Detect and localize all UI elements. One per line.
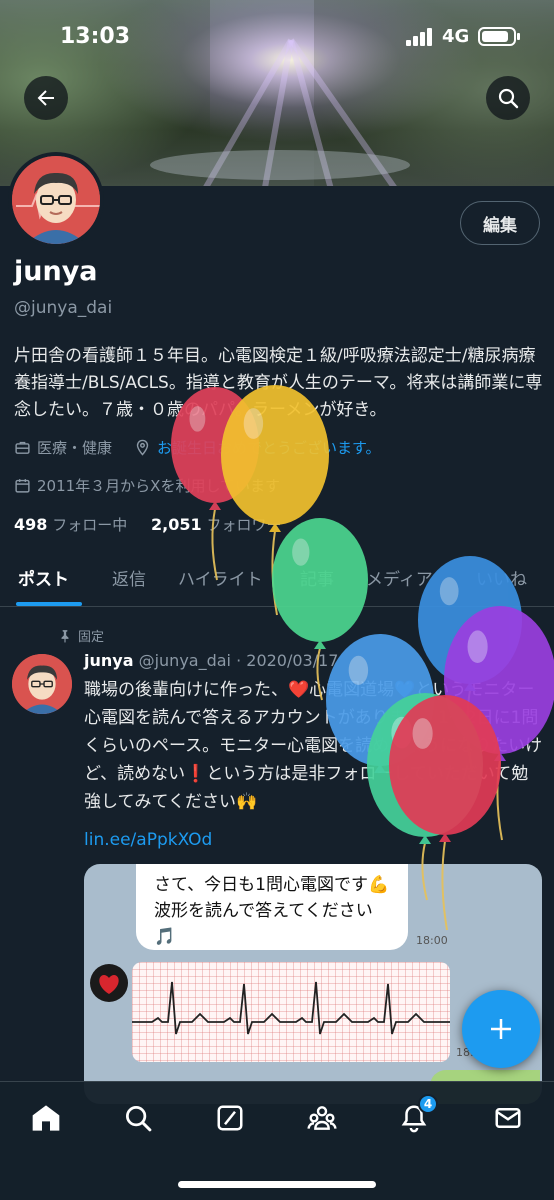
active-tab-indicator bbox=[16, 602, 82, 606]
tab-media[interactable]: メディア bbox=[366, 565, 433, 590]
status-time: 13:03 bbox=[60, 24, 131, 49]
home-icon bbox=[32, 1105, 60, 1131]
tweet-author-avatar[interactable] bbox=[12, 654, 72, 714]
signal-icon bbox=[406, 28, 434, 46]
tweet-date[interactable]: · 2020/03/17 bbox=[236, 651, 338, 670]
compose-button[interactable] bbox=[462, 990, 540, 1068]
location-pin-icon bbox=[136, 439, 149, 456]
chat-bubble: さて、今日も1問心電図です💪波形を読んで答えてください🎵 bbox=[136, 864, 408, 950]
mail-icon bbox=[495, 1108, 521, 1128]
battery-icon bbox=[478, 27, 520, 46]
pinned-indicator: 固定 bbox=[58, 626, 104, 645]
status-bar: 13:03 4G bbox=[0, 0, 554, 70]
explore-icon bbox=[126, 1106, 152, 1132]
tweet-text: 職場の後輩向けに作った、❤️心電図道場💙というモニター心電図を読んで答えるアカウ… bbox=[84, 680, 543, 812]
follow-counts: 498 フォロー中 2,051 フォロワー bbox=[14, 514, 281, 535]
following-count: 498 bbox=[14, 515, 48, 534]
tab-replies[interactable]: 返信 bbox=[112, 565, 146, 590]
tweet-author-name[interactable]: junya bbox=[84, 651, 134, 670]
nav-notifications[interactable]: 4 bbox=[396, 1094, 438, 1136]
tweet-header: junya @junya_dai · 2020/03/17 bbox=[84, 651, 338, 670]
briefcase-icon bbox=[15, 441, 30, 454]
home-indicator bbox=[178, 1181, 376, 1188]
tweet-media-image[interactable]: さて、今日も1問心電図です💪波形を読んで答えてください🎵 18:00 18:00 bbox=[84, 864, 542, 1104]
back-arrow-icon bbox=[37, 90, 54, 106]
tab-likes[interactable]: いいね bbox=[476, 565, 527, 590]
ecg-strip bbox=[132, 962, 450, 1062]
nav-home[interactable] bbox=[28, 1100, 64, 1136]
pin-icon bbox=[61, 629, 69, 643]
notification-badge: 4 bbox=[418, 1094, 438, 1114]
following-link[interactable]: 498 フォロー中 bbox=[14, 515, 128, 534]
followers-label: フォロワー bbox=[206, 516, 282, 534]
tweet-author-handle[interactable]: @junya_dai bbox=[139, 651, 231, 670]
nav-communities[interactable] bbox=[304, 1100, 340, 1136]
profile-tabs: ポスト 返信 ハイライト 記事 メディア いいね bbox=[0, 555, 554, 607]
compose-plus-icon bbox=[491, 1019, 511, 1039]
calendar-icon bbox=[15, 479, 30, 493]
followers-link[interactable]: 2,051 フォロワー bbox=[151, 515, 282, 534]
chat-bubble-time: 18:00 bbox=[416, 934, 448, 947]
communities-icon bbox=[307, 1106, 337, 1130]
birthday-text[interactable]: お誕生日おめでとうございます。 bbox=[157, 437, 381, 458]
display-name: junya bbox=[14, 256, 98, 287]
search-icon bbox=[498, 88, 519, 109]
joined-row: 2011年３月からXを利用しています bbox=[14, 475, 280, 496]
following-label: フォロー中 bbox=[52, 516, 128, 534]
followers-count: 2,051 bbox=[151, 515, 202, 534]
nav-grok[interactable] bbox=[212, 1100, 248, 1136]
profile-category: 医療・健康 bbox=[37, 439, 113, 457]
grok-icon bbox=[217, 1105, 243, 1131]
tab-articles[interactable]: 記事 bbox=[300, 565, 334, 590]
profile-meta-row: 医療・健康 お誕生日おめでとうございます。 bbox=[14, 437, 381, 458]
search-button[interactable] bbox=[486, 76, 530, 120]
tab-posts[interactable]: ポスト bbox=[18, 565, 69, 590]
pinned-label: 固定 bbox=[78, 630, 105, 645]
user-handle: @junya_dai bbox=[14, 298, 113, 318]
network-label: 4G bbox=[442, 26, 470, 47]
nav-explore[interactable] bbox=[120, 1100, 156, 1136]
joined-date: 2011年３月からXを利用しています bbox=[37, 477, 281, 495]
profile-avatar[interactable] bbox=[8, 152, 104, 248]
balloon bbox=[272, 518, 368, 701]
edit-profile-button[interactable]: 編集 bbox=[460, 201, 540, 245]
tab-highlights[interactable]: ハイライト bbox=[178, 565, 263, 590]
tweet-link[interactable]: lin.ee/aPpkXOd bbox=[84, 830, 212, 850]
nav-messages[interactable] bbox=[490, 1100, 526, 1136]
heart-bot-icon bbox=[90, 964, 128, 1002]
back-button[interactable] bbox=[24, 76, 68, 120]
profile-bio: 片田舎の看護師１５年目。心電図検定１級/呼吸療法認定士/糖尿病療養指導士/BLS… bbox=[14, 346, 543, 420]
